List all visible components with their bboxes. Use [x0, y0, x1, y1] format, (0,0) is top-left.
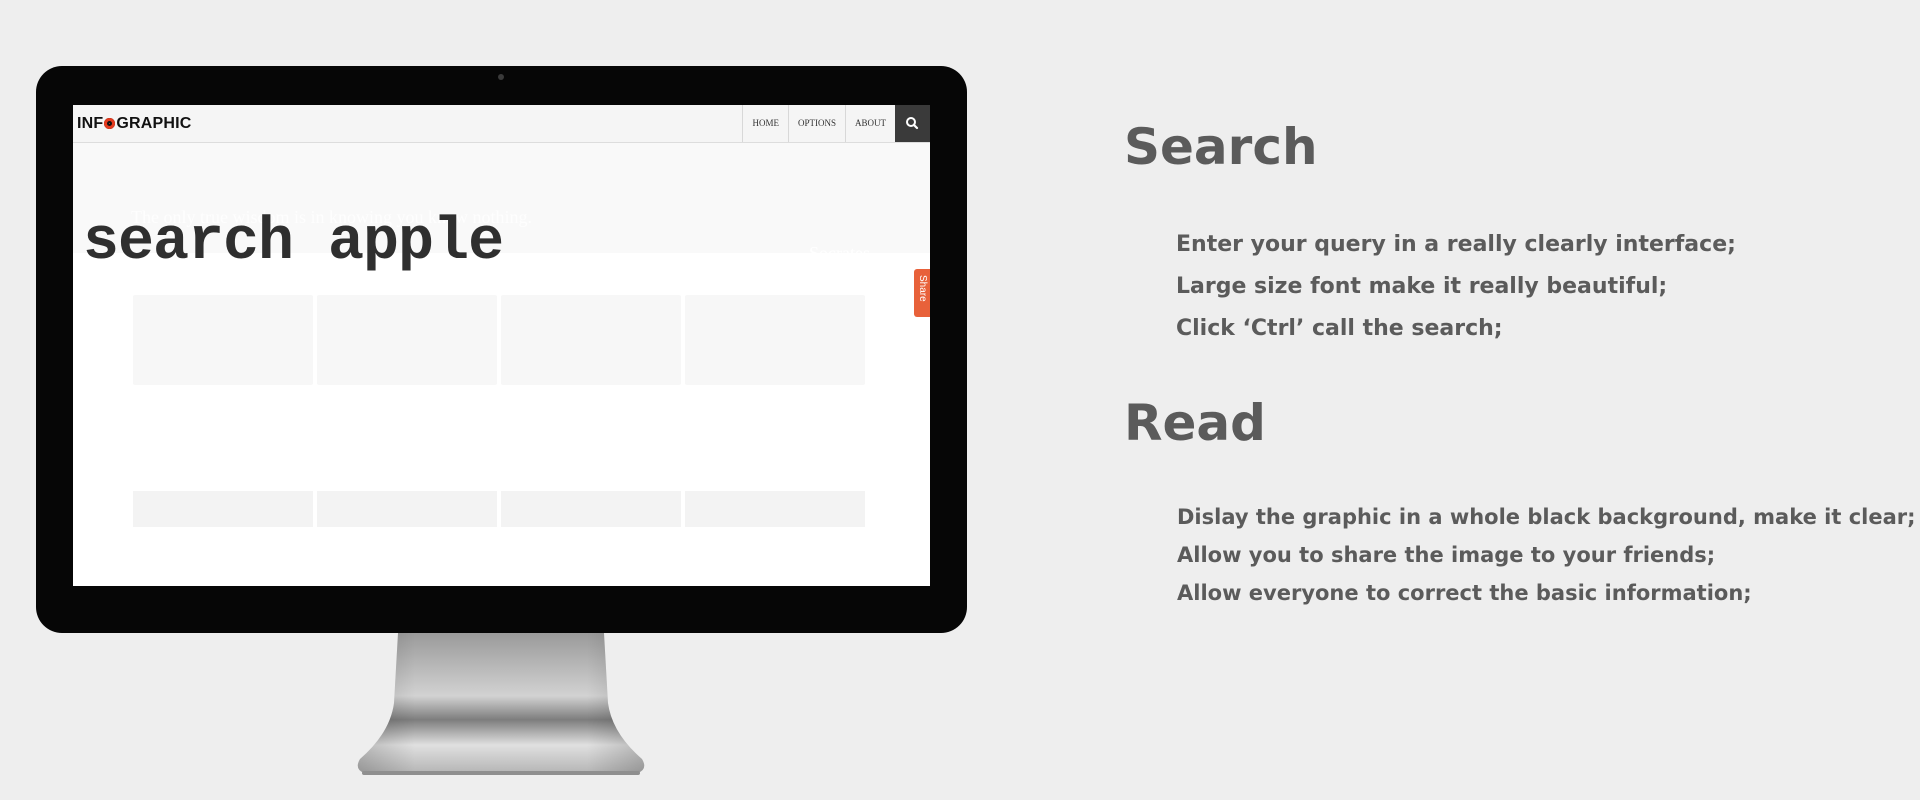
thumbnail [685, 295, 865, 385]
thumbnail-caption [317, 491, 497, 527]
nav-menu: HOME OPTIONS ABOUT [742, 105, 930, 142]
monitor-screen: The only true wisdom is in knowing you k… [73, 105, 930, 586]
nav-item-home[interactable]: HOME [742, 105, 788, 142]
logo-text-start: INF [77, 115, 104, 132]
nav-search-button[interactable] [895, 105, 930, 142]
list-item: Allow you to share the image to your fri… [1177, 543, 1716, 567]
background-thumbnail-grid [133, 295, 873, 585]
list-item: Large size font make it really beautiful… [1176, 274, 1668, 299]
webcam-dot [498, 74, 504, 80]
thumbnail-caption [501, 491, 681, 527]
monitor-bezel: The only true wisdom is in knowing you k… [36, 66, 967, 633]
site-logo[interactable]: INF GRAPHIC [77, 115, 192, 133]
monitor-stand [357, 633, 645, 775]
read-section-title: Read [1124, 394, 1266, 452]
share-label: Share [917, 275, 928, 302]
background-author: Socrates [809, 243, 870, 263]
search-feature-list: Enter your query in a really clearly int… [1176, 230, 1736, 356]
thumbnail-caption [133, 491, 313, 527]
search-query-text[interactable]: search apple [83, 213, 504, 273]
share-button[interactable]: Share [914, 269, 930, 317]
search-section-title: Search [1124, 118, 1318, 176]
nav-item-options[interactable]: OPTIONS [787, 105, 845, 142]
logo-target-icon [104, 118, 116, 129]
nav-item-about[interactable]: ABOUT [845, 105, 895, 142]
thumbnail [501, 295, 681, 385]
list-item: Dislay the graphic in a whole black back… [1177, 505, 1916, 529]
read-feature-list: Dislay the graphic in a whole black back… [1177, 503, 1916, 617]
thumbnail-caption [685, 491, 865, 527]
list-item: Enter your query in a really clearly int… [1176, 232, 1736, 257]
search-icon [906, 117, 919, 130]
list-item: Allow everyone to correct the basic info… [1177, 581, 1752, 605]
site-navbar: INF GRAPHIC HOME OPTIONS ABOUT [73, 105, 930, 143]
logo-text-end: GRAPHIC [116, 115, 192, 132]
thumbnail [133, 295, 313, 385]
list-item: Click ‘Ctrl’ call the search; [1176, 316, 1503, 341]
thumbnail [317, 295, 497, 385]
